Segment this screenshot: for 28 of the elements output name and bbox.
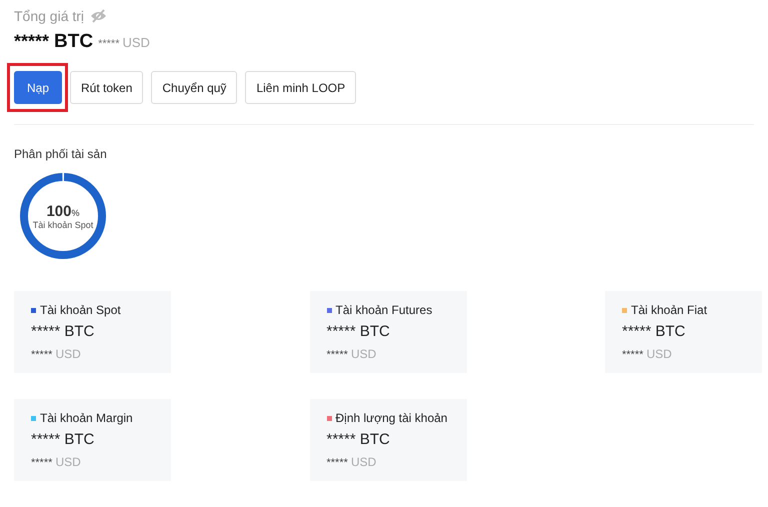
btc-balance: ***** BTC [31,431,96,448]
usd-balance: ***** USD [31,347,82,361]
btc-balance: ***** BTC [326,323,391,340]
usd-balance: ***** USD [31,455,82,469]
usd-amount: ***** [98,38,120,50]
action-button[interactable]: Liên minh LOOP [245,71,356,104]
percent-value: 100% [46,202,80,220]
usd-balance: ***** USD [326,455,378,469]
usd-balance: ***** USD [326,347,378,361]
account-name: Tài khoản Margin [40,411,133,425]
account-name: Tài khoản Spot [40,303,121,317]
usd-unit: USD [122,35,150,50]
account-name: Tài khoản Futures [336,303,432,317]
action-button[interactable]: Chuyển quỹ [151,71,238,104]
btc-balance: ***** BTC [326,431,391,448]
account-name: Định lượng tài khoản [336,411,448,425]
hidden-eye-icon[interactable] [90,9,108,23]
btc-amount: ***** [14,31,50,52]
account-name: Tài khoản Fiat [631,303,708,317]
donut-label: Tài khoản Spot [32,220,94,230]
section-title: Phân phối tài sản [14,147,108,161]
action-button[interactable]: Rút token [70,71,144,104]
btc-balance: ***** BTC [31,323,96,340]
btc-unit: BTC [54,31,94,53]
total-value-label: Tổng giá trị [14,8,84,24]
usd-balance: ***** USD [622,347,673,361]
deposit-button[interactable]: Nạp [14,71,62,104]
btc-balance: ***** BTC [622,323,686,340]
